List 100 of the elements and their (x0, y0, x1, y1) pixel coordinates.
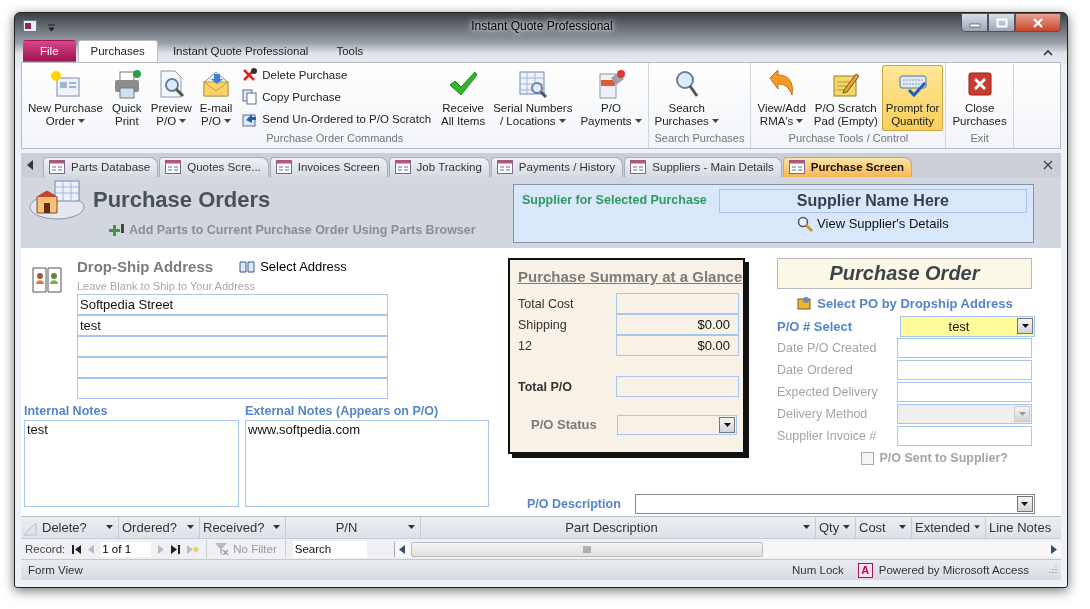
previous-record-icon[interactable] (88, 544, 95, 554)
description-label: P/O Description (527, 497, 621, 512)
section-title: Drop-Ship Address (77, 258, 214, 276)
record-number-field[interactable]: 1 of 1 (101, 541, 152, 557)
field-label: Date Ordered (777, 363, 853, 378)
grip-icon (582, 545, 591, 553)
form-icon (630, 160, 647, 175)
next-record-icon[interactable] (158, 544, 165, 554)
caret-icon (223, 119, 231, 124)
horizontal-scrollbar[interactable] (393, 541, 1061, 557)
close-button[interactable] (1015, 13, 1061, 32)
select-po-link[interactable]: Select PO by Dropship Address (777, 295, 1032, 312)
form-icon (788, 160, 805, 175)
minimize-button[interactable] (961, 13, 988, 32)
close-icon[interactable] (1043, 159, 1053, 170)
address-field[interactable]: test (77, 315, 388, 337)
form-icon (275, 160, 292, 175)
delivery-method-dropdown[interactable] (897, 404, 1032, 425)
scroll-right-icon[interactable] (1051, 544, 1057, 554)
date-field[interactable] (897, 426, 1032, 447)
ribbon-button[interactable]: Serial Numbers / Locations (489, 64, 577, 131)
ribbon-button[interactable]: Prompt for Quantity (881, 64, 944, 131)
amount-field[interactable]: $0.00 (616, 335, 739, 357)
caret-icon (803, 525, 810, 530)
ribbon-button[interactable]: E-mail P/O (195, 64, 237, 131)
notes-field[interactable]: www.softpedia.com (245, 420, 489, 508)
date-field[interactable] (897, 382, 1032, 403)
ribbon-button[interactable]: P/O Payments (576, 64, 646, 131)
first-record-icon[interactable] (72, 544, 82, 554)
ribbon-tab[interactable]: Purchases (77, 39, 158, 62)
address-field[interactable] (77, 378, 388, 400)
close-icon (1032, 17, 1044, 28)
document-tab[interactable]: Invoices Screen (269, 156, 388, 177)
amount-field[interactable] (616, 293, 739, 315)
address-book-icon (31, 264, 63, 295)
po-number-dropdown[interactable]: test (900, 315, 1035, 337)
form-title: Purchase Orders (93, 186, 271, 213)
amount-field[interactable] (616, 376, 739, 398)
supplier-label: Supplier for Selected Purchase (522, 191, 707, 209)
book-icon (239, 260, 256, 273)
search-field[interactable]: Search (292, 540, 367, 558)
form-icon (49, 160, 65, 175)
document-tab[interactable]: Job Tracking (388, 156, 490, 177)
document-tab[interactable]: Quotes Scre... (159, 156, 269, 177)
address-field[interactable] (77, 357, 388, 379)
new-record-icon[interactable] (187, 544, 200, 554)
document-tab[interactable]: Payments / History (490, 156, 624, 177)
view-supplier-link[interactable]: View Supplier's Details (797, 215, 949, 232)
copy-icon (242, 88, 259, 105)
scroll-left-icon[interactable] (398, 544, 405, 554)
ribbon-button[interactable]: Receive All Items (437, 64, 490, 131)
summary-label: Shipping (518, 317, 567, 332)
select-address-button[interactable]: Select Address (239, 259, 347, 275)
ribbon-tab[interactable]: Tools (323, 39, 377, 62)
panel-title: Purchase Order (777, 258, 1032, 290)
ribbon-button[interactable]: View/Add RMA's (753, 64, 810, 131)
document-tab[interactable]: Parts Database (43, 156, 159, 177)
status-dropdown[interactable] (617, 414, 737, 435)
amount-field[interactable]: $0.00 (616, 314, 739, 336)
summary-label: 12 (518, 338, 532, 353)
ribbon-button[interactable]: New Purchase Order (24, 64, 107, 131)
select-all-icon[interactable] (23, 522, 37, 537)
po-select-label: P/O # Select (777, 318, 853, 334)
ribbon-button[interactable]: Search Purchases (650, 64, 723, 131)
ribbon-button[interactable]: Send Un-Ordered to P/O Scratch (240, 108, 434, 129)
ribbon-button[interactable]: Preview P/O (146, 64, 196, 131)
form-icon (496, 160, 513, 175)
caret-icon (273, 525, 280, 530)
notes-field[interactable]: test (24, 420, 239, 508)
caret-icon (1021, 324, 1029, 329)
ribbon-button[interactable]: Quick Print (106, 64, 147, 131)
app-icon[interactable] (23, 20, 37, 33)
scroll-left-icon[interactable] (27, 159, 34, 170)
ribbon-tab[interactable]: Instant Quote Professional (159, 39, 322, 62)
address-field[interactable]: Softpedia Street (77, 294, 388, 316)
collapse-ribbon-icon[interactable] (1043, 48, 1053, 56)
ribbon-button[interactable]: Close Purchases (948, 64, 1011, 131)
caret-icon (179, 119, 187, 124)
ribbon-tab[interactable]: File (23, 39, 76, 62)
ribbon-button[interactable]: Delete Purchase (240, 64, 434, 85)
address-field[interactable] (77, 336, 388, 358)
date-field[interactable] (897, 338, 1032, 359)
form-icon (394, 160, 411, 175)
document-tab[interactable]: Purchase Screen (782, 156, 913, 177)
summary-label: Total Cost (518, 296, 574, 311)
caret-icon (408, 525, 415, 530)
access-icon: A (857, 562, 873, 578)
description-dropdown[interactable] (634, 494, 1035, 515)
ribbon-button[interactable]: P/O Scratch Pad (Empty) (809, 64, 882, 131)
caret-icon (843, 525, 850, 530)
last-record-icon[interactable] (171, 544, 181, 554)
document-tab[interactable]: Suppliers - Main Details (624, 156, 782, 177)
ribbon-button[interactable]: Copy Purchase (240, 86, 434, 107)
caret-icon (796, 119, 804, 124)
maximize-button[interactable] (988, 13, 1015, 32)
date-field[interactable] (897, 360, 1032, 381)
column-header[interactable]: Line Notes (986, 516, 1061, 539)
caret-icon (1018, 412, 1026, 417)
resize-grip-icon[interactable] (1047, 565, 1057, 576)
caret-icon (78, 119, 86, 124)
